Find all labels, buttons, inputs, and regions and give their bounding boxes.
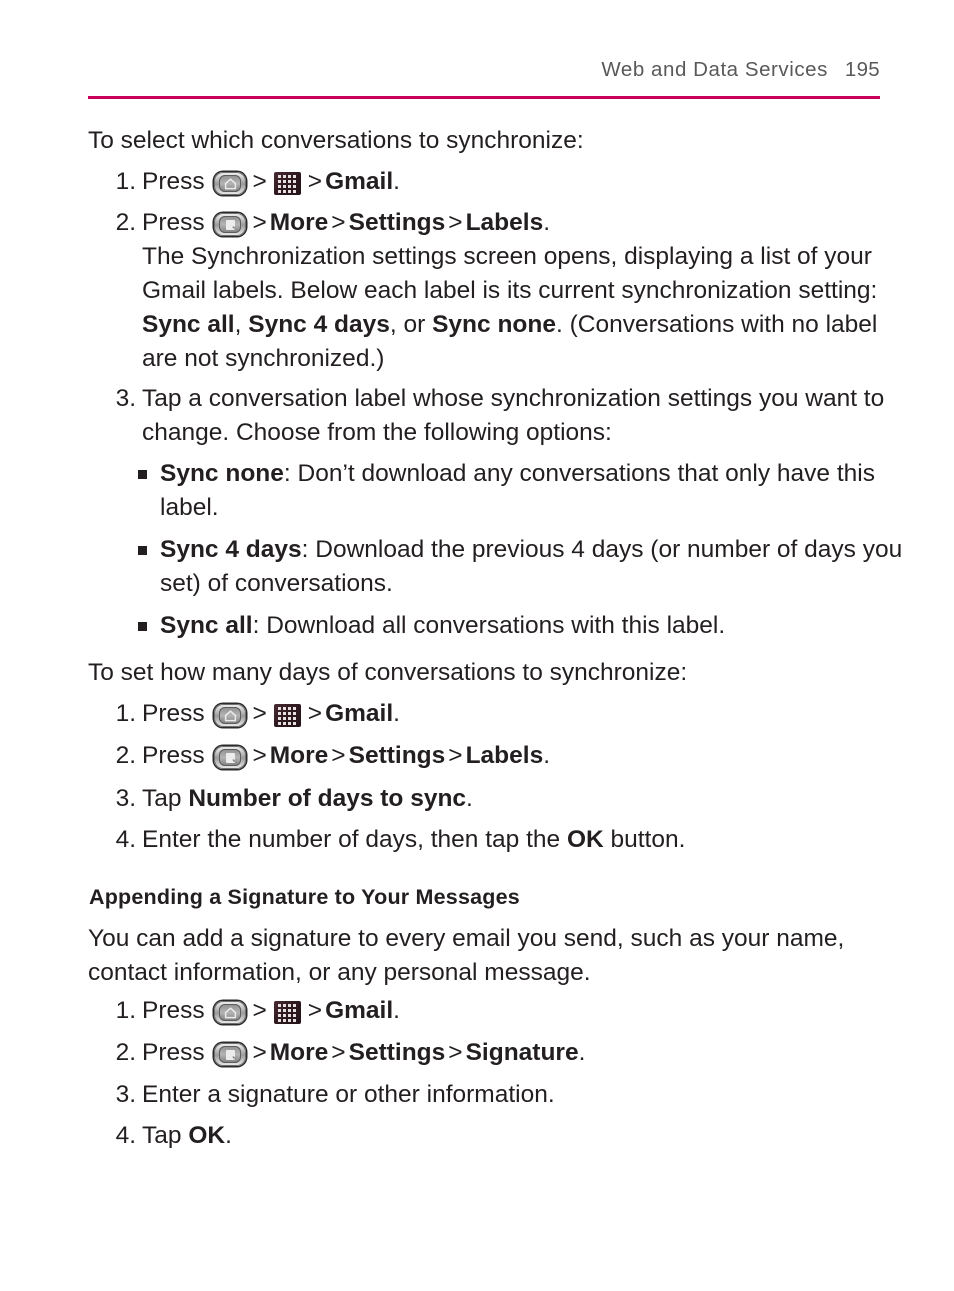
emphasis-text: OK xyxy=(188,1122,226,1149)
bullet-item: Sync 4 days: Download the previous 4 day… xyxy=(138,533,905,601)
list-text-continuation: The Synchronization settings screen open… xyxy=(142,243,878,372)
list-number: 3. xyxy=(115,385,136,412)
list-item: 3. Tap Number of days to sync. xyxy=(108,782,917,816)
section-heading-set-days: To set how many days of conversations to… xyxy=(88,659,688,686)
list-number: 1. xyxy=(115,997,136,1024)
list-item: 4. Enter the number of days, then tap th… xyxy=(108,823,917,857)
menu-key-icon xyxy=(214,1043,247,1066)
home-key-icon xyxy=(214,704,247,727)
list-text: Press > More > Settings > Signature. xyxy=(142,1039,586,1066)
path-separator: > xyxy=(307,700,323,727)
page-number: 195 xyxy=(844,58,880,81)
list-item: 2. Press > More > Settings > Labels. The Sync… xyxy=(108,206,917,376)
list-text: Press > More > Settings > Labels. xyxy=(142,209,551,236)
list-number: 2. xyxy=(115,1039,136,1066)
list-text: Press > > Gmail. xyxy=(142,700,400,727)
list-text: Press > > Gmail. xyxy=(142,168,400,195)
path-separator: > xyxy=(448,1039,463,1066)
emphasis-text: Gmail xyxy=(325,168,394,195)
list-item: 2. Press > More > Settings > Labels. xyxy=(108,739,917,773)
path-separator: > xyxy=(307,168,323,195)
path-separator: > xyxy=(331,1039,346,1066)
running-header: Web and Data Services 195 xyxy=(88,58,880,82)
bullet-text: Sync none: Don’t download any conversati… xyxy=(160,460,875,521)
bullet-item: Sync all: Download all conversations wit… xyxy=(138,609,905,643)
list-item: 3. Tap a conversation label whose synchr… xyxy=(108,382,917,450)
list-text: Press > More > Settings > Labels. xyxy=(142,742,551,769)
list-text: Tap a conversation label whose synchroni… xyxy=(142,385,885,446)
path-separator: > xyxy=(331,742,346,769)
list-item: 1. Press > > Gmail. xyxy=(108,165,917,199)
path-separator: > xyxy=(448,209,463,236)
emphasis-text: Gmail xyxy=(325,997,394,1024)
emphasis-text: Sync none xyxy=(432,311,556,338)
emphasis-text: Settings xyxy=(348,1039,446,1066)
path-separator: > xyxy=(331,209,346,236)
header-rule xyxy=(88,96,880,99)
path-separator: > xyxy=(307,997,323,1024)
path-separator: > xyxy=(252,209,267,236)
emphasis-text: Gmail xyxy=(325,700,394,727)
emphasis-text: OK xyxy=(566,826,604,853)
emphasis-text: Number of days to sync xyxy=(188,785,467,812)
emphasis-text: Signature xyxy=(465,1039,579,1066)
subsection-heading-signature: Appending a Signature to Your Messages xyxy=(89,885,520,909)
list-text: Enter a signature or other information. xyxy=(142,1081,555,1108)
list-number: 2. xyxy=(115,742,136,769)
emphasis-text: Labels xyxy=(465,209,544,236)
menu-key-icon xyxy=(214,213,247,236)
path-separator: > xyxy=(252,997,267,1024)
section-heading-select-conversations: To select which conversations to synchro… xyxy=(88,127,584,154)
square-bullet-icon xyxy=(138,622,147,631)
emphasis-text: Sync all xyxy=(142,311,235,338)
path-separator: > xyxy=(252,168,267,195)
apps-launcher-icon xyxy=(273,1001,301,1024)
bullet-item: Sync none: Don’t download any conversati… xyxy=(138,457,905,525)
path-separator: > xyxy=(252,700,267,727)
list-text: Tap Number of days to sync. xyxy=(142,785,473,812)
list-number: 3. xyxy=(115,1081,136,1108)
list-item: 3. Enter a signature or other informatio… xyxy=(108,1078,917,1112)
apps-launcher-icon xyxy=(273,704,301,727)
list-item: 2. Press > More > Settings > Signature. xyxy=(108,1036,917,1070)
menu-key-icon xyxy=(214,746,247,769)
list-number: 1. xyxy=(115,168,136,195)
square-bullet-icon xyxy=(138,546,147,555)
emphasis-text: More xyxy=(269,1039,329,1066)
bullet-text: Sync all: Download all conversations wit… xyxy=(160,612,726,639)
list-number: 2. xyxy=(115,209,136,236)
home-key-icon xyxy=(214,1001,247,1024)
path-separator: > xyxy=(252,1039,267,1066)
emphasis-text: Sync none xyxy=(160,460,284,487)
list-text: Tap OK. xyxy=(142,1122,232,1149)
apps-launcher-icon xyxy=(273,172,301,195)
path-separator: > xyxy=(448,742,463,769)
bullet-text: Sync 4 days: Download the previous 4 day… xyxy=(160,536,903,597)
signature-intro-paragraph: You can add a signature to every email y… xyxy=(88,925,845,986)
list-text: Enter the number of days, then tap the O… xyxy=(142,826,686,853)
header-title: Web and Data Services xyxy=(601,58,828,81)
path-separator: > xyxy=(252,742,267,769)
square-bullet-icon xyxy=(138,470,147,479)
emphasis-text: Labels xyxy=(465,742,544,769)
emphasis-text: Settings xyxy=(348,742,446,769)
emphasis-text: Sync 4 days xyxy=(160,536,302,563)
list-item: 1. Press > > Gmail. xyxy=(108,697,917,731)
list-item: 1. Press > > Gmail. xyxy=(108,994,917,1028)
emphasis-text: Settings xyxy=(348,209,446,236)
list-item: 4. Tap OK. xyxy=(108,1119,917,1153)
list-number: 4. xyxy=(115,826,136,853)
list-text: Press > > Gmail. xyxy=(142,997,400,1024)
list-number: 3. xyxy=(115,785,136,812)
emphasis-text: Sync all xyxy=(160,612,253,639)
emphasis-text: More xyxy=(269,209,329,236)
emphasis-text: Sync 4 days xyxy=(248,311,390,338)
list-number: 1. xyxy=(115,700,136,727)
list-number: 4. xyxy=(115,1122,136,1149)
home-key-icon xyxy=(214,172,247,195)
emphasis-text: More xyxy=(269,742,329,769)
